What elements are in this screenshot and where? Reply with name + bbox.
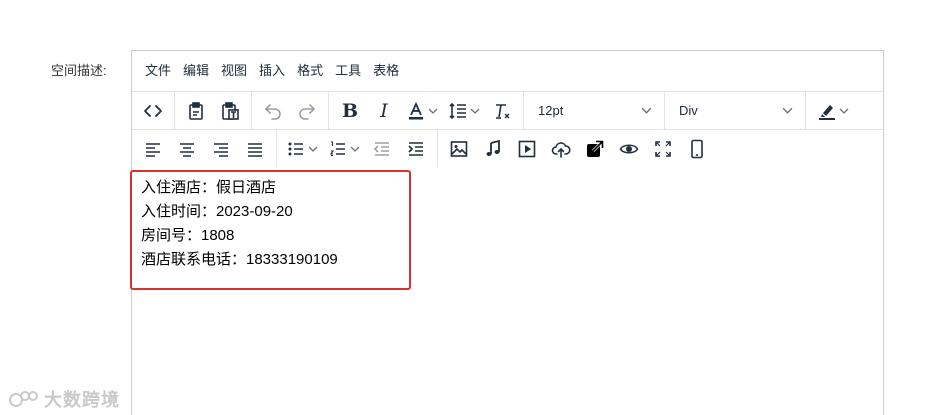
chevron-down-icon: [641, 107, 652, 114]
paste-text-button[interactable]: [213, 96, 247, 126]
mobile-phone-icon: [691, 139, 703, 158]
indent-icon: [408, 141, 423, 156]
italic-button[interactable]: I: [367, 96, 401, 126]
highlight-color-button[interactable]: [810, 96, 856, 126]
italic-icon: I: [380, 99, 388, 122]
paste-text-icon: [222, 101, 239, 120]
align-justify-icon: [248, 142, 262, 157]
chevron-down-icon: [428, 108, 438, 114]
undo-icon: [265, 103, 281, 120]
menu-insert[interactable]: 插入: [253, 51, 291, 91]
video-play-icon: [518, 140, 536, 157]
chevron-down-icon: [470, 108, 480, 114]
line-height-icon: [449, 102, 466, 119]
menu-edit[interactable]: 编辑: [177, 51, 215, 91]
line-height-button[interactable]: [443, 96, 485, 126]
preview-button[interactable]: [612, 134, 646, 164]
redo-button[interactable]: [290, 96, 324, 126]
menu-file[interactable]: 文件: [139, 51, 177, 91]
paste-button[interactable]: [179, 96, 213, 126]
indent-button[interactable]: [399, 134, 433, 164]
insert-video-button[interactable]: [510, 134, 544, 164]
source-code-button[interactable]: [136, 96, 170, 126]
watermark-text: 大数跨境: [44, 390, 120, 410]
redo-icon: [299, 103, 315, 120]
watermark: 大数跨境: [8, 386, 120, 412]
chevron-down-icon: [308, 146, 318, 152]
font-size-value: 12pt: [538, 103, 564, 118]
bold-button[interactable]: B: [333, 96, 367, 126]
chevron-down-icon: [839, 108, 849, 114]
fullscreen-button[interactable]: [646, 134, 680, 164]
numbered-list-button[interactable]: [323, 134, 365, 164]
align-left-icon: [146, 142, 160, 157]
fullscreen-icon: [655, 140, 671, 157]
music-note-icon: [486, 139, 500, 156]
align-left-button[interactable]: [136, 134, 170, 164]
highlight-annotation-box: [130, 170, 411, 290]
eye-icon: [619, 143, 639, 154]
bullet-list-button[interactable]: [281, 134, 323, 164]
font-size-select[interactable]: 12pt: [528, 96, 660, 126]
insert-image-button[interactable]: [442, 134, 476, 164]
align-center-button[interactable]: [170, 134, 204, 164]
align-right-icon: [214, 142, 228, 157]
code-icon: [144, 104, 162, 117]
toolbar-row-2: [132, 129, 883, 167]
text-color-icon: [409, 101, 423, 119]
align-justify-button[interactable]: [238, 134, 272, 164]
clipboard-icon: [189, 101, 203, 120]
external-link-icon: [587, 139, 604, 157]
field-label: 空间描述:: [51, 63, 107, 78]
menu-table[interactable]: 表格: [367, 51, 405, 91]
undo-button[interactable]: [256, 96, 290, 126]
align-right-button[interactable]: [204, 134, 238, 164]
bold-icon: B: [341, 99, 359, 122]
block-format-value: Div: [679, 103, 698, 118]
editor-content[interactable]: 入住酒店：假日酒店 入住时间：2023-09-20 房间号：1808 酒店联系电…: [130, 167, 883, 290]
image-icon: [450, 140, 468, 157]
watermark-logo-icon: [9, 391, 38, 407]
insert-audio-button[interactable]: [476, 134, 510, 164]
clear-formatting-button[interactable]: [485, 96, 519, 126]
menu-format[interactable]: 格式: [291, 51, 329, 91]
chevron-down-icon: [782, 107, 793, 114]
numbered-list-icon: [329, 140, 345, 156]
chevron-down-icon: [350, 146, 360, 152]
editor-menubar: 文件 编辑 视图 插入 格式 工具 表格: [132, 51, 883, 91]
align-center-icon: [180, 142, 194, 157]
clear-formatting-icon: [496, 103, 510, 119]
text-color-button[interactable]: [401, 96, 443, 126]
rich-text-editor: 文件 编辑 视图 插入 格式 工具 表格 B I 12pt Div 入住酒店：假…: [130, 50, 884, 415]
outdent-button[interactable]: [365, 134, 399, 164]
outdent-icon: [373, 141, 389, 156]
highlighter-icon: [819, 104, 835, 120]
block-format-select[interactable]: Div: [669, 96, 801, 126]
cloud-upload-icon: [551, 141, 571, 158]
upload-button[interactable]: [544, 134, 578, 164]
open-link-button[interactable]: [578, 134, 612, 164]
bullet-list-icon: [288, 142, 303, 155]
menu-view[interactable]: 视图: [215, 51, 253, 91]
mobile-preview-button[interactable]: [680, 134, 714, 164]
toolbar-row-1: B I 12pt Div: [132, 91, 883, 129]
menu-tools[interactable]: 工具: [329, 51, 367, 91]
